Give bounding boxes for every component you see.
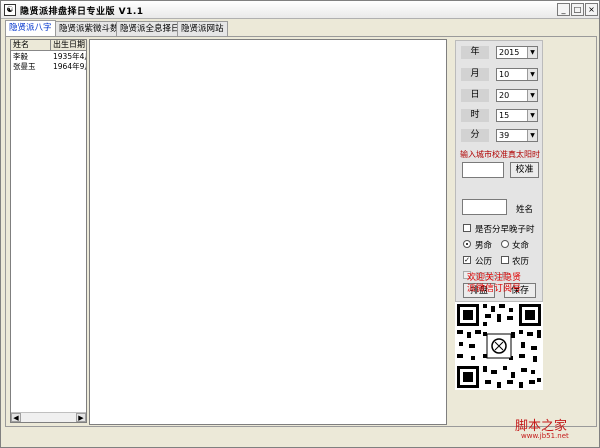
promo-line-2: 派微信订阅号 bbox=[466, 284, 521, 294]
watermark-url: www.jb51.net bbox=[521, 432, 569, 440]
lunar-label: 农历 bbox=[512, 257, 530, 267]
list-item[interactable]: 李毅 1935年4月 bbox=[11, 52, 86, 62]
list-cell-birthdate: 1964年9月 bbox=[53, 62, 86, 71]
year-value: 2015 bbox=[499, 48, 520, 57]
qr-code-image bbox=[455, 302, 543, 390]
hour-select[interactable]: 15 ▼ bbox=[496, 109, 538, 122]
day-select[interactable]: 20 ▼ bbox=[496, 89, 538, 102]
dropdown-arrow-icon[interactable]: ▼ bbox=[527, 47, 537, 58]
month-value: 10 bbox=[499, 70, 510, 79]
tab-zeri[interactable]: 隐贤派全息择日 bbox=[116, 21, 184, 36]
horizontal-scrollbar[interactable]: ◀ ▶ bbox=[11, 412, 86, 422]
dropdown-arrow-icon[interactable]: ▼ bbox=[527, 110, 537, 121]
qr-code-icon bbox=[455, 302, 543, 390]
hour-label: 时 bbox=[461, 109, 489, 122]
solar-label: 公历 bbox=[475, 257, 493, 267]
solar-checkbox[interactable]: ✓ bbox=[463, 256, 471, 264]
result-text-area[interactable] bbox=[89, 39, 447, 425]
maximize-button[interactable]: □ bbox=[571, 3, 584, 16]
list-cell-birthdate: 1935年4月 bbox=[53, 52, 86, 61]
window-title: 隐贤派排盘择日专业版 V1.1 bbox=[20, 7, 144, 17]
month-label: 月 bbox=[461, 68, 489, 81]
column-header-birthdate[interactable]: 出生日期 bbox=[51, 40, 86, 51]
day-value: 20 bbox=[499, 91, 510, 100]
tab-bar: 隐贤派八字 隐贤派紫微斗数 隐贤派全息择日 隐贤派网站 bbox=[5, 20, 597, 36]
scroll-left-icon[interactable]: ◀ bbox=[11, 413, 21, 422]
input-form: 年 2015 ▼ 月 10 ▼ 日 20 ▼ 时 15 ▼ 分 39 ▼ 输入城… bbox=[455, 40, 543, 302]
list-header: 姓名 出生日期 bbox=[11, 40, 86, 51]
minute-select[interactable]: 39 ▼ bbox=[496, 129, 538, 142]
dropdown-arrow-icon[interactable]: ▼ bbox=[527, 130, 537, 141]
month-select[interactable]: 10 ▼ bbox=[496, 68, 538, 81]
zishi-label: 是否分早晚子时 bbox=[475, 225, 535, 235]
app-icon: ☯ bbox=[4, 4, 16, 16]
promo-line-1: 欢迎关注隐贤 bbox=[466, 273, 521, 283]
dropdown-arrow-icon[interactable]: ▼ bbox=[527, 69, 537, 80]
minimize-button[interactable]: _ bbox=[557, 3, 570, 16]
zishi-checkbox[interactable] bbox=[463, 224, 471, 232]
lunar-checkbox[interactable] bbox=[501, 256, 509, 264]
tab-ziwei[interactable]: 隐贤派紫微斗数 bbox=[55, 21, 123, 36]
city-hint: 输入城市校准真太阳时 bbox=[460, 150, 540, 159]
city-input[interactable] bbox=[462, 162, 504, 178]
day-label: 日 bbox=[461, 89, 489, 102]
name-label: 姓名 bbox=[516, 205, 534, 215]
column-header-name[interactable]: 姓名 bbox=[11, 40, 51, 51]
minute-value: 39 bbox=[499, 131, 510, 140]
female-radio[interactable] bbox=[501, 240, 509, 248]
female-label: 女命 bbox=[512, 241, 530, 251]
scroll-right-icon[interactable]: ▶ bbox=[76, 413, 86, 422]
title-bar[interactable]: ☯ 隐贤派排盘择日专业版 V1.1 _ □ × bbox=[1, 1, 599, 19]
minute-label: 分 bbox=[461, 129, 489, 142]
list-cell-name: 李毅 bbox=[13, 52, 28, 61]
hour-value: 15 bbox=[499, 111, 510, 120]
year-label: 年 bbox=[461, 46, 489, 59]
male-radio[interactable] bbox=[463, 240, 471, 248]
list-cell-name: 张曼玉 bbox=[13, 62, 36, 71]
records-list[interactable]: 姓名 出生日期 李毅 1935年4月 张曼玉 1964年9月 ◀ ▶ bbox=[10, 39, 87, 423]
wechat-promo: 欢迎关注隐贤 派微信订阅号 bbox=[452, 273, 536, 295]
tab-bazi[interactable]: 隐贤派八字 bbox=[5, 20, 56, 36]
name-input[interactable] bbox=[462, 199, 507, 215]
year-select[interactable]: 2015 ▼ bbox=[496, 46, 538, 59]
app-window: ☯ 隐贤派排盘择日专业版 V1.1 _ □ × 隐贤派八字 隐贤派紫微斗数 隐贤… bbox=[0, 0, 600, 448]
list-item[interactable]: 张曼玉 1964年9月 bbox=[11, 62, 86, 72]
dropdown-arrow-icon[interactable]: ▼ bbox=[527, 90, 537, 101]
calibrate-button[interactable]: 校准 bbox=[510, 162, 539, 178]
tab-website[interactable]: 隐贤派网站 bbox=[177, 21, 228, 36]
male-label: 男命 bbox=[475, 241, 493, 251]
close-button[interactable]: × bbox=[585, 3, 598, 16]
